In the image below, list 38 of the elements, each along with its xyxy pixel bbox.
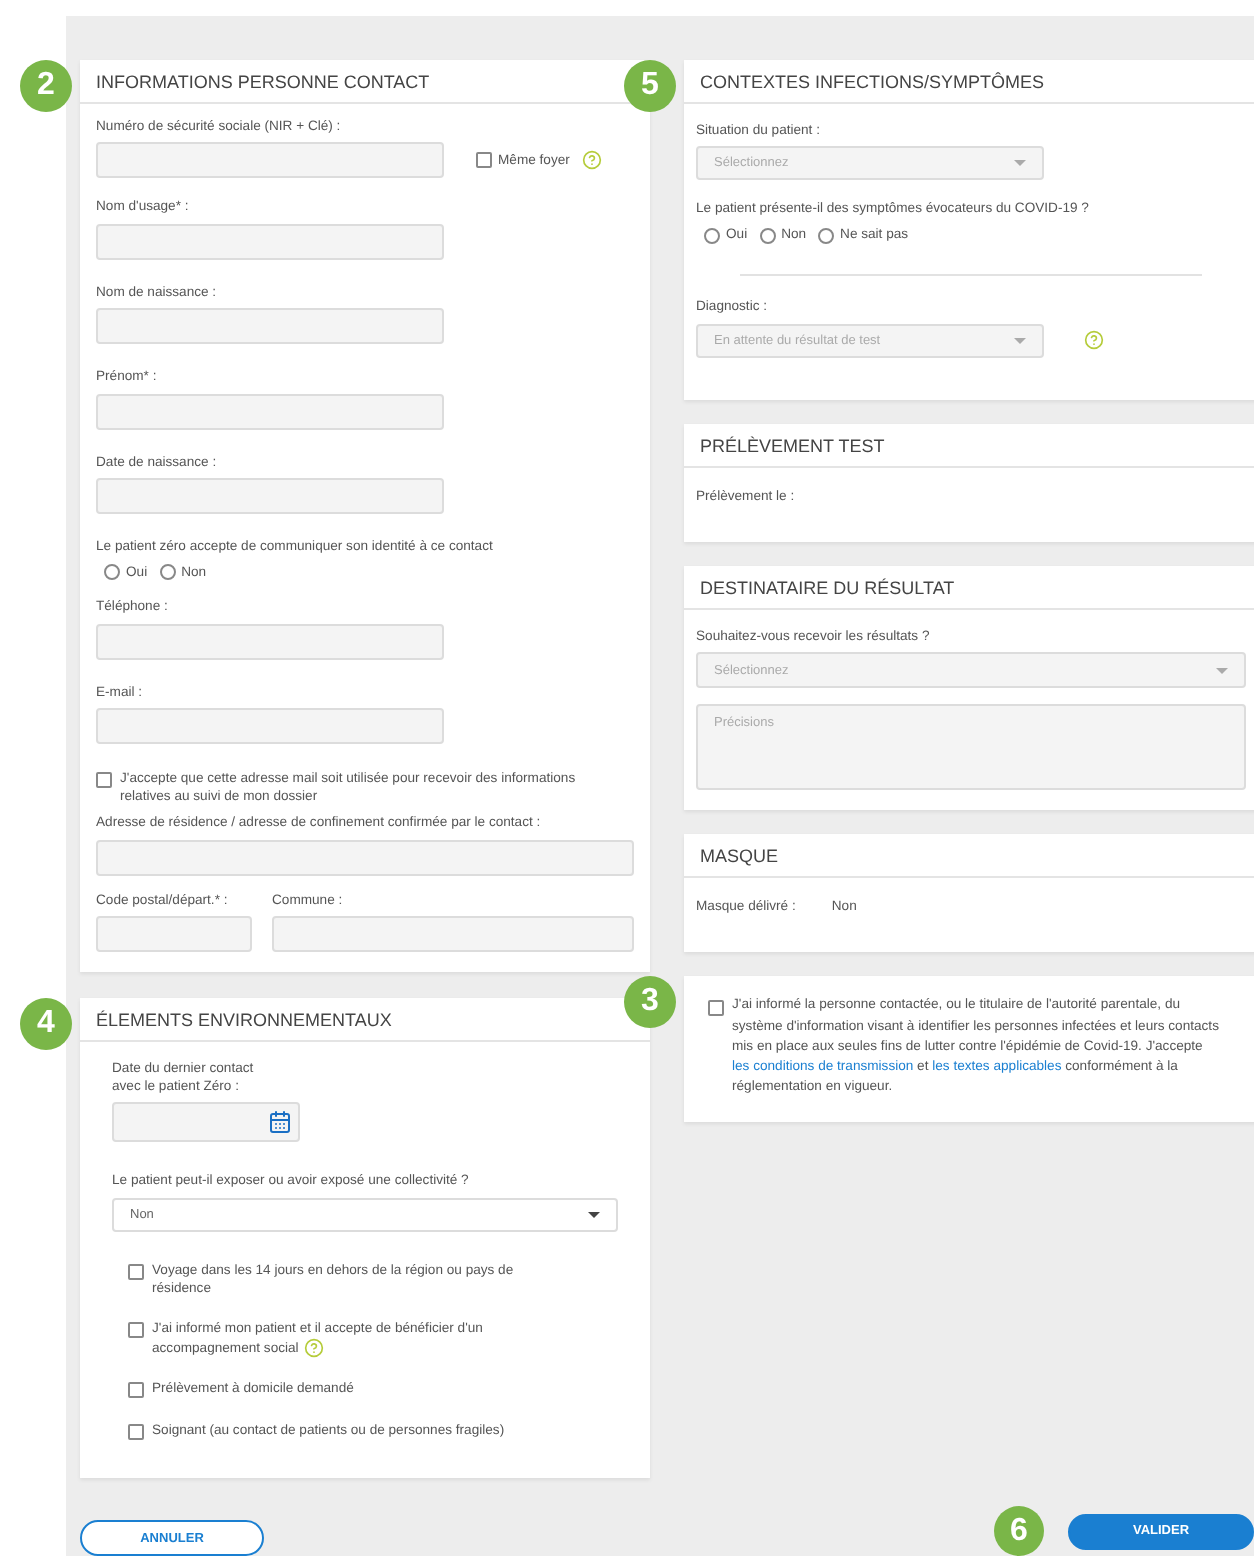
- checkbox[interactable]: [476, 152, 492, 169]
- caret-icon: [1014, 160, 1026, 167]
- radio-button[interactable]: [159, 564, 176, 581]
- radio-button[interactable]: [104, 564, 120, 581]
- section-title: CONTEXTES INFECTIONS/SYMPTÔMES: [684, 60, 1254, 104]
- checkbox[interactable]: [128, 1382, 144, 1399]
- step-badge: 4: [20, 998, 72, 1051]
- text-input[interactable]: [96, 708, 444, 745]
- text-input[interactable]: [96, 393, 444, 430]
- help-icon[interactable]: [581, 150, 602, 171]
- text-input[interactable]: [96, 839, 634, 876]
- radio-button[interactable]: [704, 227, 720, 244]
- text-input[interactable]: [96, 223, 444, 260]
- step-badge: 2: [20, 60, 72, 112]
- section-title: DESTINATAIRE DU RÉSULTAT: [684, 565, 1254, 610]
- checkbox[interactable]: [128, 1263, 144, 1280]
- checkbox[interactable]: [128, 1423, 144, 1439]
- text-input[interactable]: [96, 623, 444, 660]
- help-icon[interactable]: [304, 1338, 325, 1359]
- radio-button[interactable]: [818, 227, 835, 244]
- checkbox[interactable]: [128, 1322, 144, 1339]
- radio-button[interactable]: [759, 227, 776, 244]
- checkbox[interactable]: [96, 772, 112, 789]
- calendar-icon[interactable]: [268, 1110, 292, 1135]
- text-input[interactable]: [272, 916, 634, 953]
- text-input[interactable]: [96, 478, 444, 515]
- step-badge: 6: [994, 1506, 1044, 1556]
- text-input[interactable]: [96, 142, 444, 179]
- section-title: MASQUE: [684, 834, 1254, 879]
- step-badge: 5: [624, 60, 676, 112]
- date-input[interactable]: [112, 1102, 300, 1143]
- caret-icon: [1014, 337, 1026, 344]
- caret-icon: [1216, 667, 1228, 674]
- text-input[interactable]: [96, 308, 444, 345]
- text-input[interactable]: [96, 916, 252, 953]
- section-title: PRÉLÈVEMENT TEST: [684, 423, 1254, 468]
- caret-icon: [588, 1211, 600, 1218]
- checkbox[interactable]: [708, 1000, 724, 1017]
